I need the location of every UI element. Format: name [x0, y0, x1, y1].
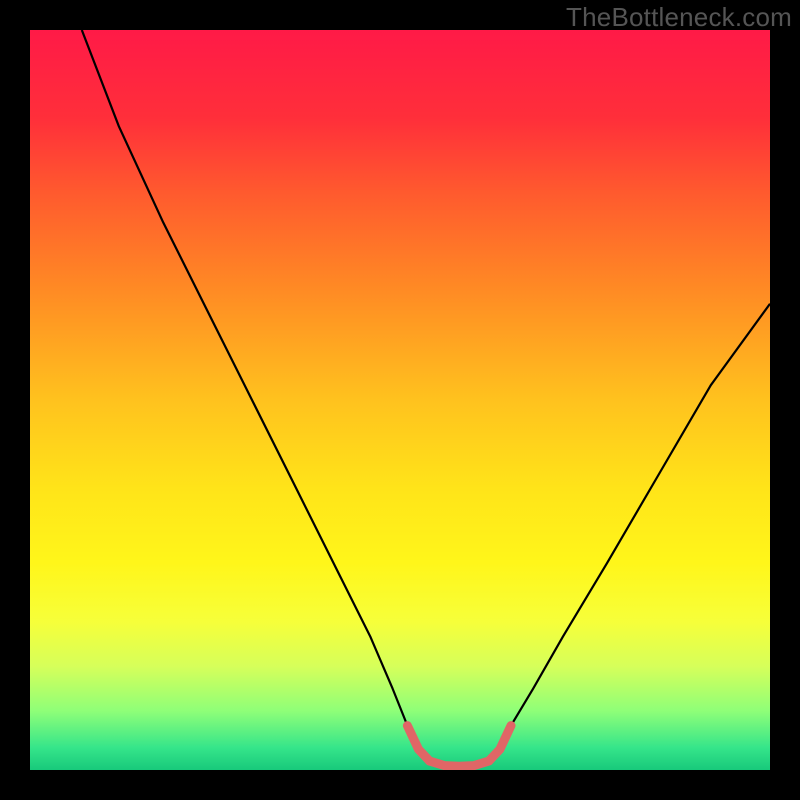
watermark-text: TheBottleneck.com — [566, 2, 792, 33]
chart-plot-area — [30, 30, 770, 770]
chart-svg — [30, 30, 770, 770]
chart-background — [30, 30, 770, 770]
chart-frame: TheBottleneck.com — [0, 0, 800, 800]
